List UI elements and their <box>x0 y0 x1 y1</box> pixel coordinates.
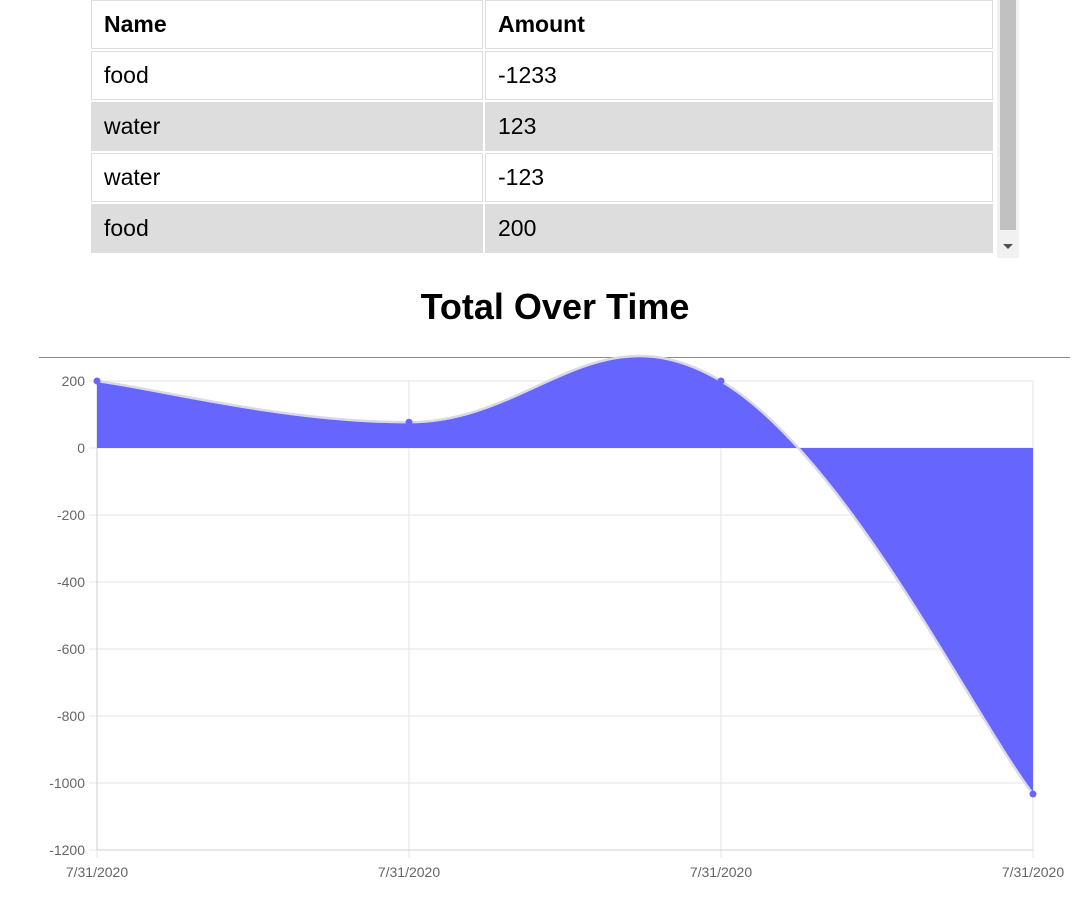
y-tick-label: -800 <box>57 708 85 724</box>
y-tick-label: 200 <box>62 373 86 389</box>
page: Name Amount food -1233 water 123 water -… <box>0 0 1078 904</box>
data-point <box>717 377 725 385</box>
x-tick-label: 7/31/2020 <box>690 864 752 880</box>
y-tick-label: -1200 <box>49 842 85 858</box>
x-tick-label: 7/31/2020 <box>378 864 440 880</box>
y-tick-label: 0 <box>77 440 85 456</box>
data-point <box>405 418 413 426</box>
y-tick-label: -200 <box>57 507 85 523</box>
total-over-time-chart: 200 0 -200 -400 -600 -800 -1000 -1200 7/31/2020 7… <box>49 354 1064 880</box>
x-tick-label: 7/31/2020 <box>66 864 128 880</box>
y-tick-label: -400 <box>57 574 85 590</box>
data-point <box>1029 790 1037 798</box>
area-fill <box>97 356 1033 795</box>
y-tick-label: -1000 <box>49 775 85 791</box>
y-tick-label: -600 <box>57 641 85 657</box>
data-point <box>93 377 101 385</box>
x-tick-label: 7/31/2020 <box>1002 864 1064 880</box>
